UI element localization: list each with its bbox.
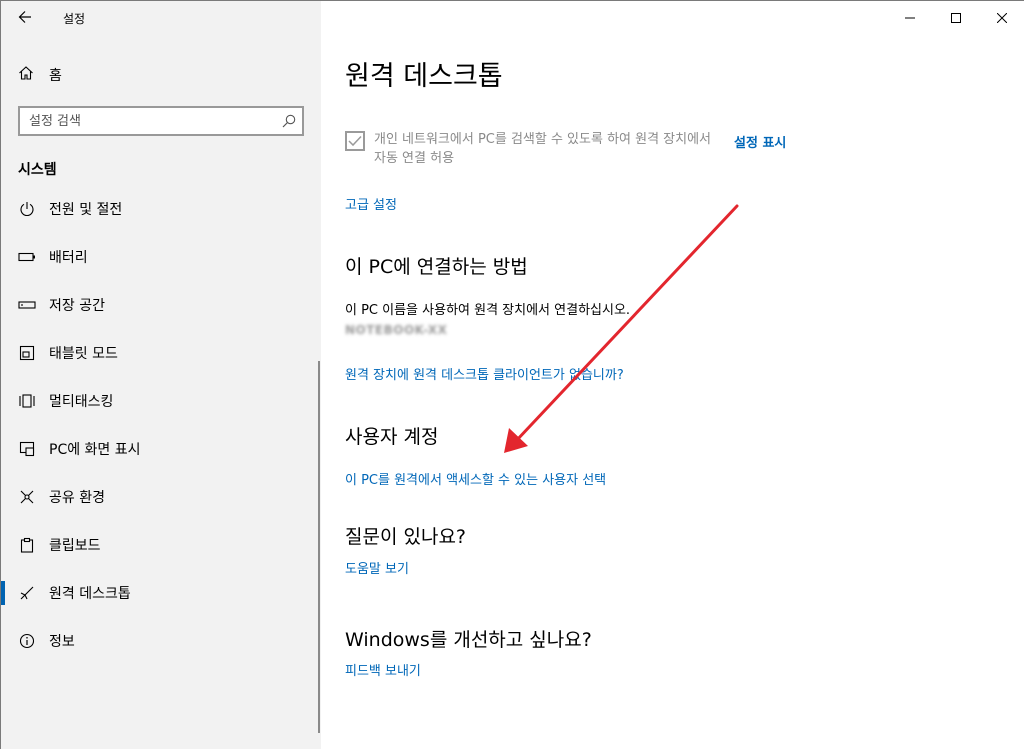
back-button[interactable] <box>9 4 41 32</box>
discoverable-checkbox-label: 개인 네트워크에서 PC를 검색할 수 있도록 하여 원격 장치에서 자동 연결… <box>374 132 712 166</box>
sidebar-item-label: 원격 데스크톱 <box>49 586 131 602</box>
sidebar-item-tablet[interactable]: 태블릿 모드 <box>1 329 317 377</box>
titlebar-left: 설정 <box>1 1 321 35</box>
select-users-link[interactable]: 이 PC를 원격에서 액세스할 수 있는 사용자 선택 <box>345 469 606 488</box>
info-icon <box>18 632 36 650</box>
window-controls <box>887 1 1024 33</box>
sidebar: 설정 홈 시스템 전원 및 절전 배터리 <box>1 1 321 749</box>
tablet-icon <box>18 344 36 362</box>
remote-client-link[interactable]: 원격 장치에 원격 데스크톱 클라이언트가 없습니까? <box>345 364 624 383</box>
multitasking-icon <box>18 392 36 410</box>
close-icon <box>996 8 1008 27</box>
sidebar-item-label: 클립보드 <box>49 538 101 554</box>
sidebar-item-project[interactable]: PC에 화면 표시 <box>1 425 317 473</box>
improve-heading: Windows를 개선하고 싶나요? <box>345 629 592 651</box>
battery-icon <box>18 248 36 266</box>
sidebar-item-remote-desktop[interactable]: 원격 데스크톱 <box>1 569 317 617</box>
minimize-icon <box>905 8 915 27</box>
clipboard-icon <box>18 536 36 554</box>
sidebar-item-battery[interactable]: 배터리 <box>1 233 317 281</box>
advanced-settings-link[interactable]: 고급 설정 <box>345 194 397 213</box>
pc-name-value: NOTEBOOK-XX <box>345 323 448 337</box>
power-icon <box>18 200 36 218</box>
sidebar-item-multitasking[interactable]: 멀티태스킹 <box>1 377 317 425</box>
discoverable-checkbox[interactable] <box>345 131 365 151</box>
section-title: 시스템 <box>18 162 57 178</box>
shared-experiences-icon <box>18 488 36 506</box>
storage-icon <box>18 296 36 314</box>
project-icon <box>18 440 36 458</box>
sidebar-item-clipboard[interactable]: 클립보드 <box>1 521 317 569</box>
close-button[interactable] <box>979 1 1024 33</box>
sidebar-item-label: 저장 공간 <box>49 298 105 314</box>
user-accounts-heading: 사용자 계정 <box>345 426 439 448</box>
home-icon <box>18 65 34 85</box>
sidebar-item-info[interactable]: 정보 <box>1 617 317 665</box>
app-title: 설정 <box>63 12 86 26</box>
help-link[interactable]: 도움말 보기 <box>345 558 409 577</box>
feedback-link[interactable]: 피드백 보내기 <box>345 660 421 679</box>
back-arrow-icon <box>18 9 32 28</box>
show-settings-link[interactable]: 설정 표시 <box>734 132 786 151</box>
search-box[interactable] <box>18 106 304 136</box>
sidebar-item-label: 전원 및 절전 <box>49 202 123 218</box>
minimize-button[interactable] <box>887 1 933 33</box>
sidebar-item-home[interactable]: 홈 <box>1 57 321 93</box>
search-input[interactable] <box>29 113 276 129</box>
connect-heading: 이 PC에 연결하는 방법 <box>345 256 528 278</box>
main-content: 원격 데스크톱 개인 네트워크에서 PC를 검색할 수 있도록 하여 원격 장치… <box>321 1 1024 749</box>
sidebar-item-label: 배터리 <box>49 250 88 266</box>
remote-desktop-icon <box>18 584 36 602</box>
sidebar-item-label: 정보 <box>49 634 75 650</box>
page-title: 원격 데스크톱 <box>345 61 503 92</box>
sidebar-scrollbar-thumb[interactable] <box>318 361 320 733</box>
maximize-icon <box>951 8 961 27</box>
connect-instruction: 이 PC 이름을 사용하여 원격 장치에서 연결하십시오. <box>345 303 631 318</box>
checkmark-icon <box>348 132 362 151</box>
sidebar-item-storage[interactable]: 저장 공간 <box>1 281 317 329</box>
active-indicator <box>1 581 5 605</box>
search-icon[interactable] <box>276 108 302 134</box>
sidebar-item-shared-experiences[interactable]: 공유 환경 <box>1 473 317 521</box>
sidebar-item-label: 멀티태스킹 <box>49 394 114 410</box>
sidebar-item-label: PC에 화면 표시 <box>49 442 141 458</box>
sidebar-item-label: 홈 <box>49 68 62 84</box>
maximize-button[interactable] <box>933 1 979 33</box>
sidebar-item-power[interactable]: 전원 및 절전 <box>1 185 317 233</box>
sidebar-item-label: 공유 환경 <box>49 490 105 506</box>
nav-list: 전원 및 절전 배터리 저장 공간 태블릿 모드 멀티태스킹 PC에 화면 표시… <box>1 185 317 665</box>
questions-heading: 질문이 있나요? <box>345 526 467 548</box>
sidebar-item-label: 태블릿 모드 <box>49 346 118 362</box>
